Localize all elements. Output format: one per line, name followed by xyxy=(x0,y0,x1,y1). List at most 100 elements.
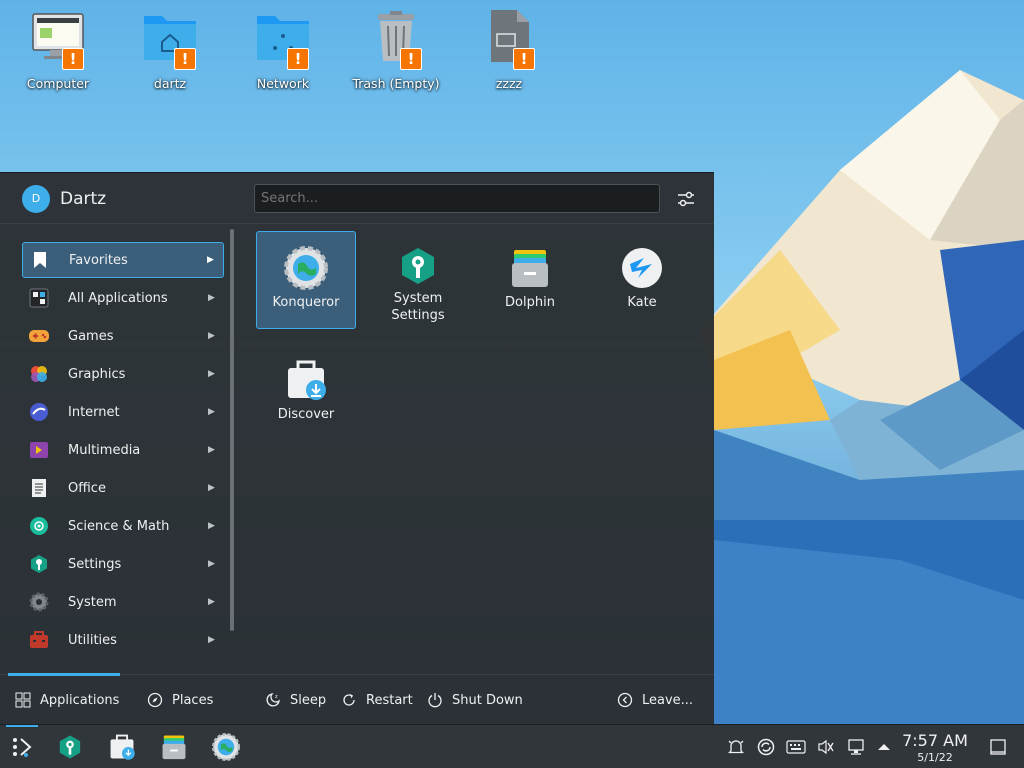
favorites-grid: Konqueror System Settings Dolphin Kate D… xyxy=(254,229,710,669)
volume-button[interactable] xyxy=(816,737,836,757)
system-settings-icon xyxy=(59,735,81,759)
desktop-icons: ! Computer ! dartz ! Network ! Trash (Em… xyxy=(0,8,560,104)
shutdown-button[interactable]: Shut Down xyxy=(426,685,523,715)
chevron-right-icon: ▶ xyxy=(208,597,215,607)
chevron-right-icon: ▶ xyxy=(208,521,215,531)
desktop-icon-computer[interactable]: ! Computer xyxy=(10,8,106,91)
discover-icon xyxy=(110,734,135,760)
taskbar-discover[interactable] xyxy=(106,731,138,763)
app-label: Kate xyxy=(627,295,657,310)
konqueror-icon xyxy=(284,246,328,290)
desktop-icon-home-folder[interactable]: ! dartz xyxy=(122,8,218,91)
clock-date[interactable]: 5/1/22 xyxy=(894,751,976,764)
chevron-right-icon: ▶ xyxy=(208,559,215,569)
desktop-icon-label: zzzz xyxy=(495,76,523,91)
avatar[interactable]: D xyxy=(22,185,50,213)
chevron-right-icon: ▶ xyxy=(208,445,215,455)
expand-tray-button[interactable] xyxy=(874,737,894,757)
leave-button[interactable]: Leave... xyxy=(616,685,693,715)
desktop-icon-network[interactable]: ! Network xyxy=(235,8,331,91)
category-settings[interactable]: Settings ▶ xyxy=(22,546,224,582)
warning-badge: ! xyxy=(62,48,84,70)
category-label: Office xyxy=(68,480,106,496)
category-science-math[interactable]: Science & Math ▶ xyxy=(22,508,224,544)
configure-button[interactable] xyxy=(674,187,698,211)
header-divider xyxy=(0,223,714,224)
utilities-icon xyxy=(28,629,50,651)
keyboard-layout-button[interactable] xyxy=(786,737,806,757)
app-tile-kate[interactable]: Kate xyxy=(592,231,692,329)
category-favorites[interactable]: Favorites ▶ xyxy=(22,242,224,278)
taskbar: 7:57 AM 5/1/22 xyxy=(0,724,1024,768)
category-label: Graphics xyxy=(68,366,126,382)
warning-badge: ! xyxy=(287,48,309,70)
show-desktop-button[interactable] xyxy=(988,737,1008,757)
launcher-header: D Dartz xyxy=(0,173,714,223)
notifications-icon xyxy=(727,740,745,754)
multimedia-icon xyxy=(28,439,50,461)
taskbar-system-settings[interactable] xyxy=(54,731,86,763)
app-tile-discover[interactable]: Discover xyxy=(256,343,356,441)
category-all-applications[interactable]: All Applications ▶ xyxy=(22,280,224,316)
chevron-right-icon: ▶ xyxy=(208,331,215,341)
system-settings-icon xyxy=(396,246,440,290)
warning-badge: ! xyxy=(174,48,196,70)
search-input[interactable] xyxy=(254,184,660,213)
application-launcher: D Dartz Favorites ▶ All Applications xyxy=(0,172,714,724)
network-icon xyxy=(848,739,864,755)
network-button[interactable] xyxy=(846,737,866,757)
category-graphics[interactable]: Graphics ▶ xyxy=(22,356,224,392)
taskbar-konqueror[interactable] xyxy=(210,731,242,763)
category-scrollbar[interactable] xyxy=(230,229,234,631)
updates-button[interactable] xyxy=(756,737,776,757)
leave-icon xyxy=(616,691,634,709)
app-tile-system-settings[interactable]: System Settings xyxy=(368,231,468,329)
tab-applications-label: Applications xyxy=(40,692,120,708)
category-games[interactable]: Games ▶ xyxy=(22,318,224,354)
show-desktop-icon xyxy=(990,739,1006,755)
taskbar-dolphin[interactable] xyxy=(158,731,190,763)
app-label: Konqueror xyxy=(272,295,340,310)
desktop-icon-label: Network xyxy=(256,76,310,91)
app-launcher-button[interactable] xyxy=(6,731,38,763)
tab-places[interactable]: Places xyxy=(146,685,213,715)
app-tile-dolphin[interactable]: Dolphin xyxy=(480,231,580,329)
category-multimedia[interactable]: Multimedia ▶ xyxy=(22,432,224,468)
category-utilities[interactable]: Utilities ▶ xyxy=(22,622,224,658)
internet-icon xyxy=(28,401,50,423)
app-label: Dolphin xyxy=(505,295,555,310)
desktop-icon-trash[interactable]: ! Trash (Empty) xyxy=(348,8,444,91)
leave-label: Leave... xyxy=(642,692,694,708)
gamepad-icon xyxy=(28,325,50,347)
category-office[interactable]: Office ▶ xyxy=(22,470,224,506)
desktop-icon-file[interactable]: ! zzzz xyxy=(461,8,557,91)
dolphin-icon xyxy=(162,735,186,760)
notifications-button[interactable] xyxy=(726,737,746,757)
active-tab-indicator xyxy=(8,673,120,676)
sleep-icon: z xyxy=(264,691,282,709)
category-system[interactable]: System ▶ xyxy=(22,584,224,620)
restart-label: Restart xyxy=(366,692,413,708)
science-icon xyxy=(28,515,50,537)
grid-icon xyxy=(14,691,32,709)
chevron-right-icon: ▶ xyxy=(208,293,215,303)
chevron-right-icon: ▶ xyxy=(208,483,215,493)
restart-button[interactable]: Restart xyxy=(340,685,413,715)
tab-applications[interactable]: Applications xyxy=(14,685,119,715)
office-icon xyxy=(28,477,50,499)
category-label: Utilities xyxy=(68,632,117,648)
discover-icon xyxy=(284,358,328,402)
chevron-right-icon: ▶ xyxy=(208,635,215,645)
desktop-icon-label: dartz xyxy=(153,76,187,91)
category-label: System xyxy=(68,594,117,610)
category-label: Science & Math xyxy=(68,518,170,534)
warning-badge: ! xyxy=(400,48,422,70)
volume-muted-icon xyxy=(818,739,834,755)
category-label: Favorites xyxy=(69,252,128,268)
sleep-button[interactable]: z Sleep xyxy=(264,685,326,715)
clock-time[interactable]: 7:57 AM xyxy=(894,731,976,750)
app-tile-konqueror[interactable]: Konqueror xyxy=(256,231,356,329)
dolphin-icon xyxy=(508,246,552,290)
category-internet[interactable]: Internet ▶ xyxy=(22,394,224,430)
category-list: Favorites ▶ All Applications ▶ Games ▶ G… xyxy=(0,230,238,676)
